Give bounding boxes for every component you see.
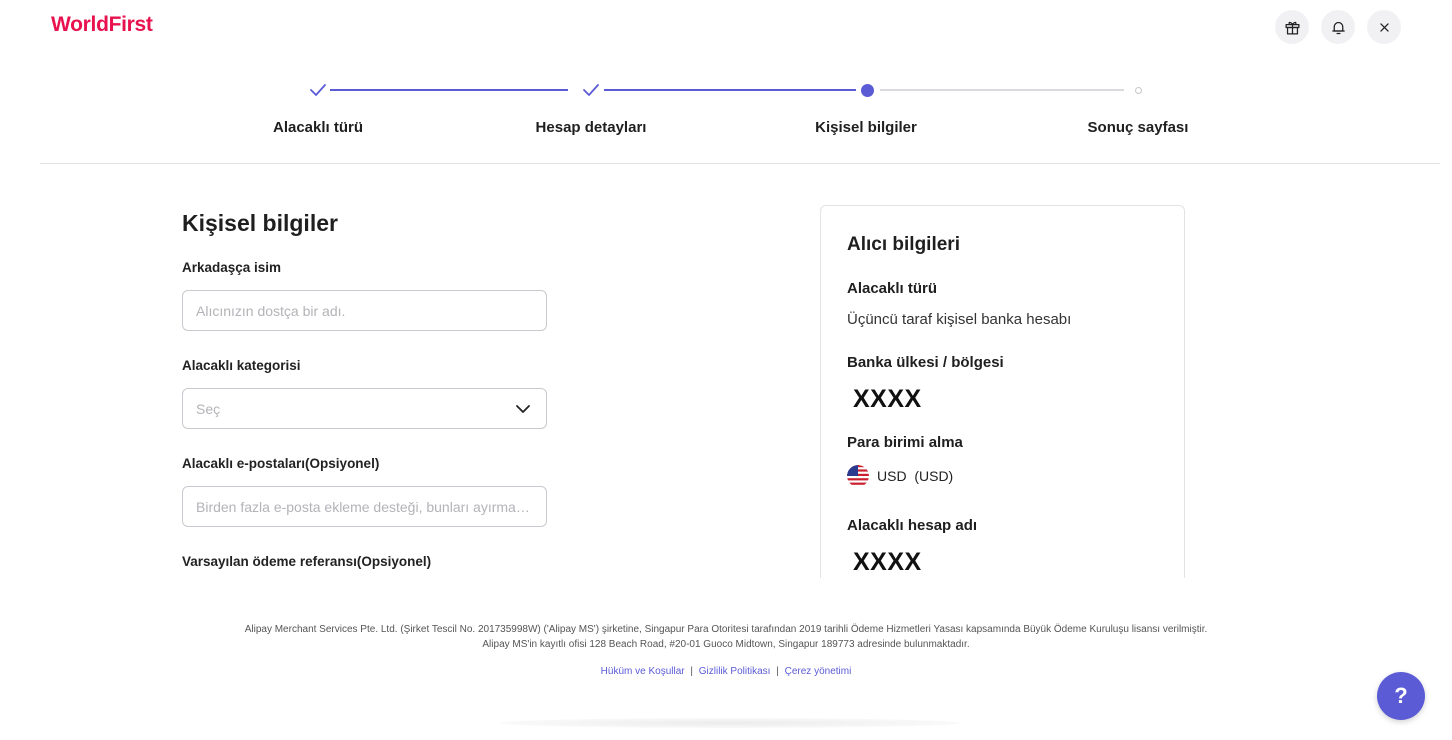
terms-link[interactable]: Hüküm ve Koşullar (601, 666, 685, 677)
recipient-summary-card: Alıcı bilgileri Alacaklı türü Üçüncü tar… (820, 205, 1185, 578)
payee-category-select[interactable]: Seç (182, 388, 547, 429)
legal-line-2: Alipay MS'in kayıtlı ofisi 128 Beach Roa… (482, 639, 970, 650)
summary-title: Alıcı bilgileri (847, 234, 960, 255)
step-label-result: Sonuç sayfası (1087, 119, 1189, 136)
personal-info-form: Kişisel bilgiler Arkadaşça isim Alacaklı… (182, 210, 547, 578)
help-icon: ? (1394, 683, 1408, 708)
privacy-link[interactable]: Gizlilik Politikası (699, 666, 771, 677)
bank-country-label: Banka ülkesi / bölgesi (847, 354, 1004, 371)
link-separator: | (690, 666, 693, 677)
form-title: Kişisel bilgiler (182, 210, 338, 236)
currency-value: USD (USD) (877, 468, 954, 484)
step-connector-3 (880, 89, 1124, 91)
footer-links: Hüküm ve Koşullar | Gizlilik Politikası … (0, 666, 1452, 677)
step-label-personal-info: Kişisel bilgiler (815, 119, 917, 136)
header-divider (40, 163, 1440, 164)
bell-icon (1331, 21, 1345, 34)
gift-icon (1284, 21, 1300, 35)
payment-reference-label: Varsayılan ödeme referansı(Opsiyonel) (182, 554, 432, 569)
progress-stepper: Alacaklı türü Hesap detayları Kişisel bi… (0, 76, 1452, 146)
chevron-down-icon (516, 404, 530, 413)
close-button[interactable] (1367, 10, 1401, 44)
header-actions (1275, 10, 1401, 44)
link-separator: | (776, 666, 779, 677)
legal-footer: Alipay Merchant Services Pte. Ltd. (Şirk… (0, 622, 1452, 652)
bottom-shadow (500, 718, 960, 728)
account-name-value: XXXX (853, 548, 922, 576)
step-label-account-details[interactable]: Hesap detayları (536, 119, 647, 136)
bank-country-value: XXXX (853, 385, 922, 413)
close-icon (1379, 22, 1389, 32)
us-flag-icon (847, 465, 869, 487)
step-connector-2 (604, 89, 856, 91)
friendly-name-label: Arkadaşça isim (182, 260, 282, 275)
payee-type-value: Üçüncü taraf kişisel banka hesabı (847, 311, 1072, 328)
cookie-link[interactable]: Çerez yönetimi (785, 666, 852, 677)
legal-line-1: Alipay Merchant Services Pte. Ltd. (Şirk… (244, 624, 1208, 635)
step-label-payee-type[interactable]: Alacaklı türü (273, 119, 363, 136)
payee-category-label: Alacaklı kategorisi (182, 358, 301, 373)
gift-button[interactable] (1275, 10, 1309, 44)
currency-label: Para birimi alma (847, 434, 963, 451)
help-button[interactable]: ? (1377, 672, 1425, 720)
worldfirst-logo[interactable]: WorldFirst (51, 13, 153, 37)
step-1-check-icon (308, 80, 328, 100)
payee-type-label: Alacaklı türü (847, 280, 938, 297)
step-connector-1 (330, 89, 568, 91)
friendly-name-input[interactable] (182, 290, 547, 331)
payee-category-placeholder: Seç (196, 400, 221, 417)
payee-emails-label: Alacaklı e-postaları(Opsiyonel) (182, 456, 380, 471)
step-4-pending-dot (1128, 80, 1148, 100)
payee-emails-input[interactable] (182, 486, 547, 527)
account-name-label: Alacaklı hesap adı (847, 517, 978, 534)
currency-row: USD (USD) (847, 465, 1158, 487)
step-2-check-icon (581, 80, 601, 100)
step-3-active-dot (857, 80, 877, 100)
notifications-button[interactable] (1321, 10, 1355, 44)
